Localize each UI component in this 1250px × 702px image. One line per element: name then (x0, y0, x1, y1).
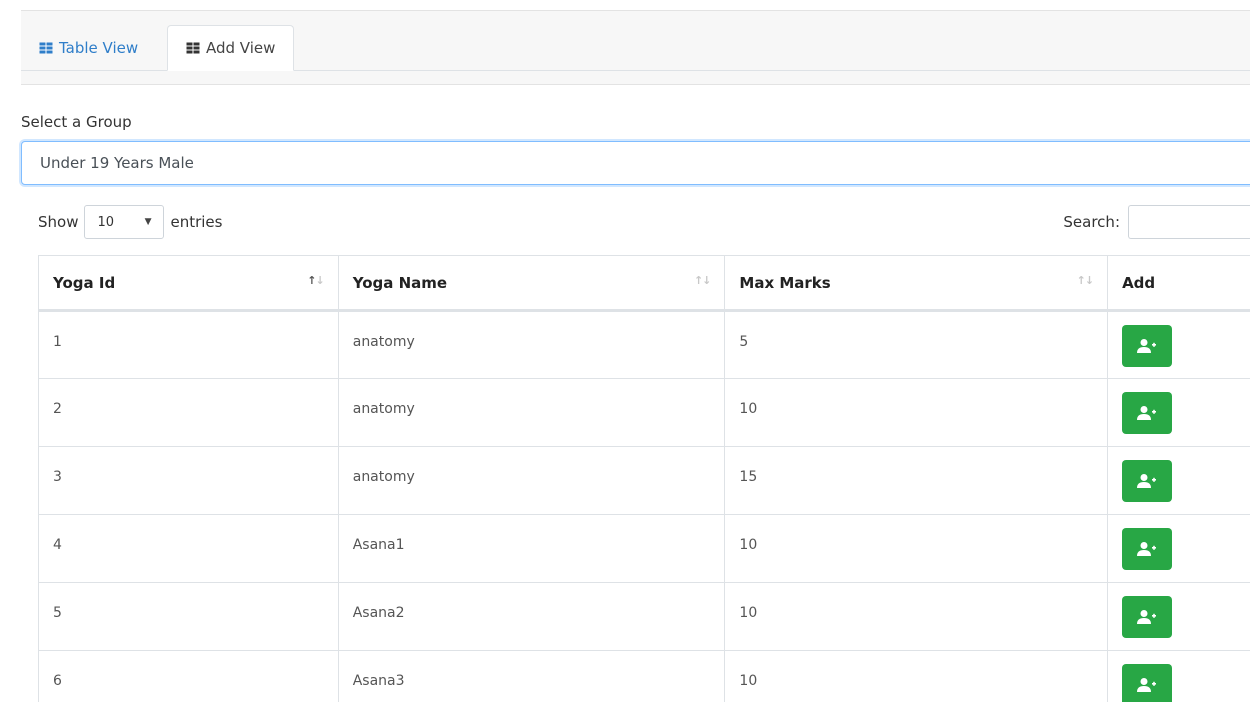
add-button[interactable] (1122, 325, 1173, 367)
table-row: 5 Asana2 10 (38, 582, 1250, 651)
cell-yoga-id: 2 (38, 378, 339, 447)
cell-max-marks: 15 (724, 446, 1109, 515)
cell-add (1107, 582, 1250, 651)
cell-max-marks: 10 (724, 650, 1109, 702)
header-label: Yoga Name (352, 274, 448, 292)
group-select-label: Select a Group (21, 113, 132, 131)
cell-yoga-id: 3 (38, 446, 339, 515)
cell-add (1107, 650, 1250, 702)
add-button[interactable] (1122, 392, 1173, 434)
cell-yoga-id: 5 (38, 582, 339, 651)
add-button[interactable] (1122, 664, 1173, 702)
add-button[interactable] (1122, 460, 1173, 502)
table-icon (39, 42, 53, 54)
user-plus-icon (1137, 474, 1157, 488)
search-input[interactable] (1128, 205, 1250, 239)
group-select[interactable]: Under 19 Years Male (21, 141, 1250, 185)
column-header-yoga-id[interactable]: Yoga Id ↑↓ (38, 255, 339, 312)
table-row: 2 anatomy 10 (38, 378, 1250, 447)
add-button[interactable] (1122, 528, 1173, 570)
cell-max-marks: 10 (724, 378, 1109, 447)
table-row: 3 anatomy 15 (38, 446, 1250, 515)
header-label: Yoga Id (53, 274, 116, 292)
user-plus-icon (1137, 678, 1157, 692)
user-plus-icon (1137, 339, 1157, 353)
cell-max-marks: 5 (724, 310, 1109, 379)
tab-label: Add View (206, 39, 276, 57)
user-plus-icon (1137, 406, 1157, 420)
entries-label: entries (170, 213, 223, 231)
cell-add (1107, 310, 1250, 379)
header-label: Max Marks (739, 274, 831, 292)
user-plus-icon (1137, 542, 1157, 556)
header-label: Add (1122, 274, 1156, 292)
cell-add (1107, 378, 1250, 447)
cell-yoga-name: Asana1 (337, 514, 726, 583)
cell-yoga-id: 6 (38, 650, 339, 702)
add-button[interactable] (1122, 596, 1173, 638)
entries-length-select[interactable]: 10 ▼ (84, 205, 165, 239)
column-header-yoga-name[interactable]: Yoga Name ↑↓ (337, 255, 726, 312)
caret-down-icon: ▼ (144, 217, 152, 227)
group-select-value: Under 19 Years Male (40, 154, 194, 172)
table-row: 4 Asana1 10 (38, 514, 1250, 583)
table-row: 6 Asana3 10 (38, 650, 1250, 702)
cell-max-marks: 10 (724, 514, 1109, 583)
cell-add (1107, 514, 1250, 583)
cell-yoga-id: 4 (38, 514, 339, 583)
tab-label: Table View (59, 39, 139, 57)
cell-yoga-id: 1 (38, 310, 339, 379)
yoga-table: Yoga Id ↑↓ Yoga Name ↑↓ Max Marks ↑↓ Add… (38, 255, 1250, 702)
table-row: 1 anatomy 5 (38, 310, 1250, 379)
sort-arrows-icon: ↑↓ (307, 274, 324, 287)
cell-yoga-name: anatomy (337, 378, 726, 447)
entries-length-value: 10 (97, 214, 115, 230)
table-icon (186, 42, 200, 54)
cell-yoga-name: Asana3 (337, 650, 726, 702)
search-control: Search: (1063, 205, 1250, 239)
cell-yoga-name: Asana2 (337, 582, 726, 651)
user-plus-icon (1137, 610, 1157, 624)
tab-bar: Table View Add View (21, 10, 1250, 85)
cell-add (1107, 446, 1250, 515)
search-label: Search: (1063, 213, 1120, 231)
cell-yoga-name: anatomy (337, 310, 726, 379)
cell-max-marks: 10 (724, 582, 1109, 651)
length-control: Show 10 ▼ entries (38, 205, 222, 239)
column-header-max-marks[interactable]: Max Marks ↑↓ (724, 255, 1109, 312)
tab-add-view[interactable]: Add View (167, 25, 295, 71)
tab-table-view[interactable]: Table View (21, 25, 156, 71)
sort-arrows-icon: ↑↓ (1076, 274, 1094, 287)
sort-arrows-icon: ↑↓ (693, 274, 711, 287)
table-header-row: Yoga Id ↑↓ Yoga Name ↑↓ Max Marks ↑↓ Add (38, 255, 1250, 312)
show-label: Show (38, 213, 79, 231)
column-header-add: Add (1107, 255, 1250, 312)
cell-yoga-name: anatomy (337, 446, 726, 515)
